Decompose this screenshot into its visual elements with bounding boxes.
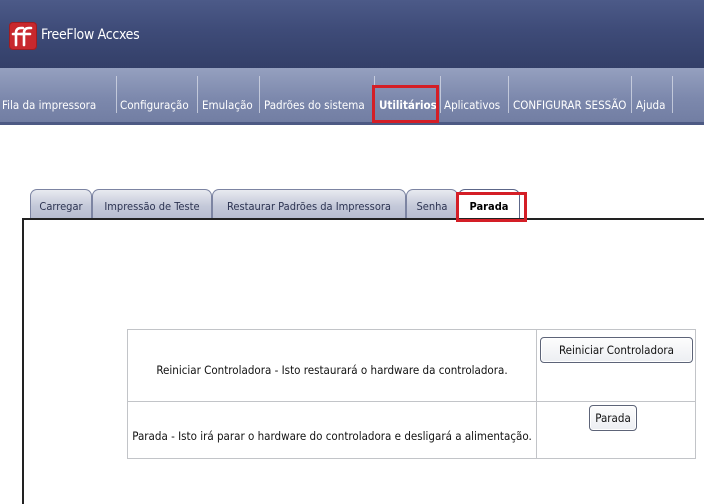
nav-separator bbox=[631, 76, 632, 113]
nav-separator bbox=[116, 76, 117, 113]
content-frame-border bbox=[22, 218, 24, 504]
table-row: Reiniciar Controladora - Isto restaurará… bbox=[128, 330, 695, 402]
tab-senha[interactable]: Senha bbox=[406, 189, 458, 219]
nav-item-configurar-sessao[interactable]: CONFIGURAR SESSÃO bbox=[511, 95, 628, 115]
app-title: FreeFlow Accxes bbox=[41, 27, 140, 43]
nav-selection-highlight bbox=[372, 85, 439, 123]
restart-description: Reiniciar Controladora - Isto restaurará… bbox=[156, 363, 508, 377]
tab-impressao-de-teste[interactable]: Impressão de Teste bbox=[92, 189, 212, 219]
stop-description: Parada - Isto irá parar o hardware do co… bbox=[132, 429, 532, 443]
stop-button[interactable]: Parada bbox=[589, 405, 637, 431]
nav-item-ajuda[interactable]: Ajuda bbox=[634, 95, 667, 115]
nav-item-emulacao[interactable]: Emulação bbox=[200, 95, 255, 115]
nav-item-configuracao[interactable]: Configuração bbox=[118, 95, 191, 115]
restart-controller-button[interactable]: Reiniciar Controladora bbox=[540, 337, 693, 363]
table-row: Parada - Isto irá parar o hardware do co… bbox=[128, 402, 695, 458]
tab-strip-divider bbox=[22, 218, 704, 220]
stop-action-cell: Parada bbox=[536, 402, 695, 458]
nav-bar-divider bbox=[0, 122, 704, 125]
nav-separator bbox=[197, 76, 198, 113]
freeflow-logo-icon bbox=[9, 22, 37, 50]
nav-separator bbox=[440, 76, 441, 113]
tab-carregar[interactable]: Carregar bbox=[30, 189, 92, 219]
nav-item-fila-da-impressora[interactable]: Fila da impressora bbox=[0, 95, 98, 115]
nav-item-padroes-do-sistema[interactable]: Padrões do sistema bbox=[262, 95, 367, 115]
restart-action-cell: Reiniciar Controladora bbox=[536, 330, 695, 401]
tab-selection-highlight bbox=[456, 192, 527, 222]
nav-item-aplicativos[interactable]: Aplicativos bbox=[442, 95, 502, 115]
nav-separator bbox=[672, 76, 673, 113]
nav-separator bbox=[508, 76, 509, 113]
nav-separator bbox=[259, 76, 260, 113]
action-table: Reiniciar Controladora - Isto restaurará… bbox=[127, 329, 696, 459]
tab-restaurar-padroes[interactable]: Restaurar Padrões da Impressora bbox=[212, 189, 406, 219]
